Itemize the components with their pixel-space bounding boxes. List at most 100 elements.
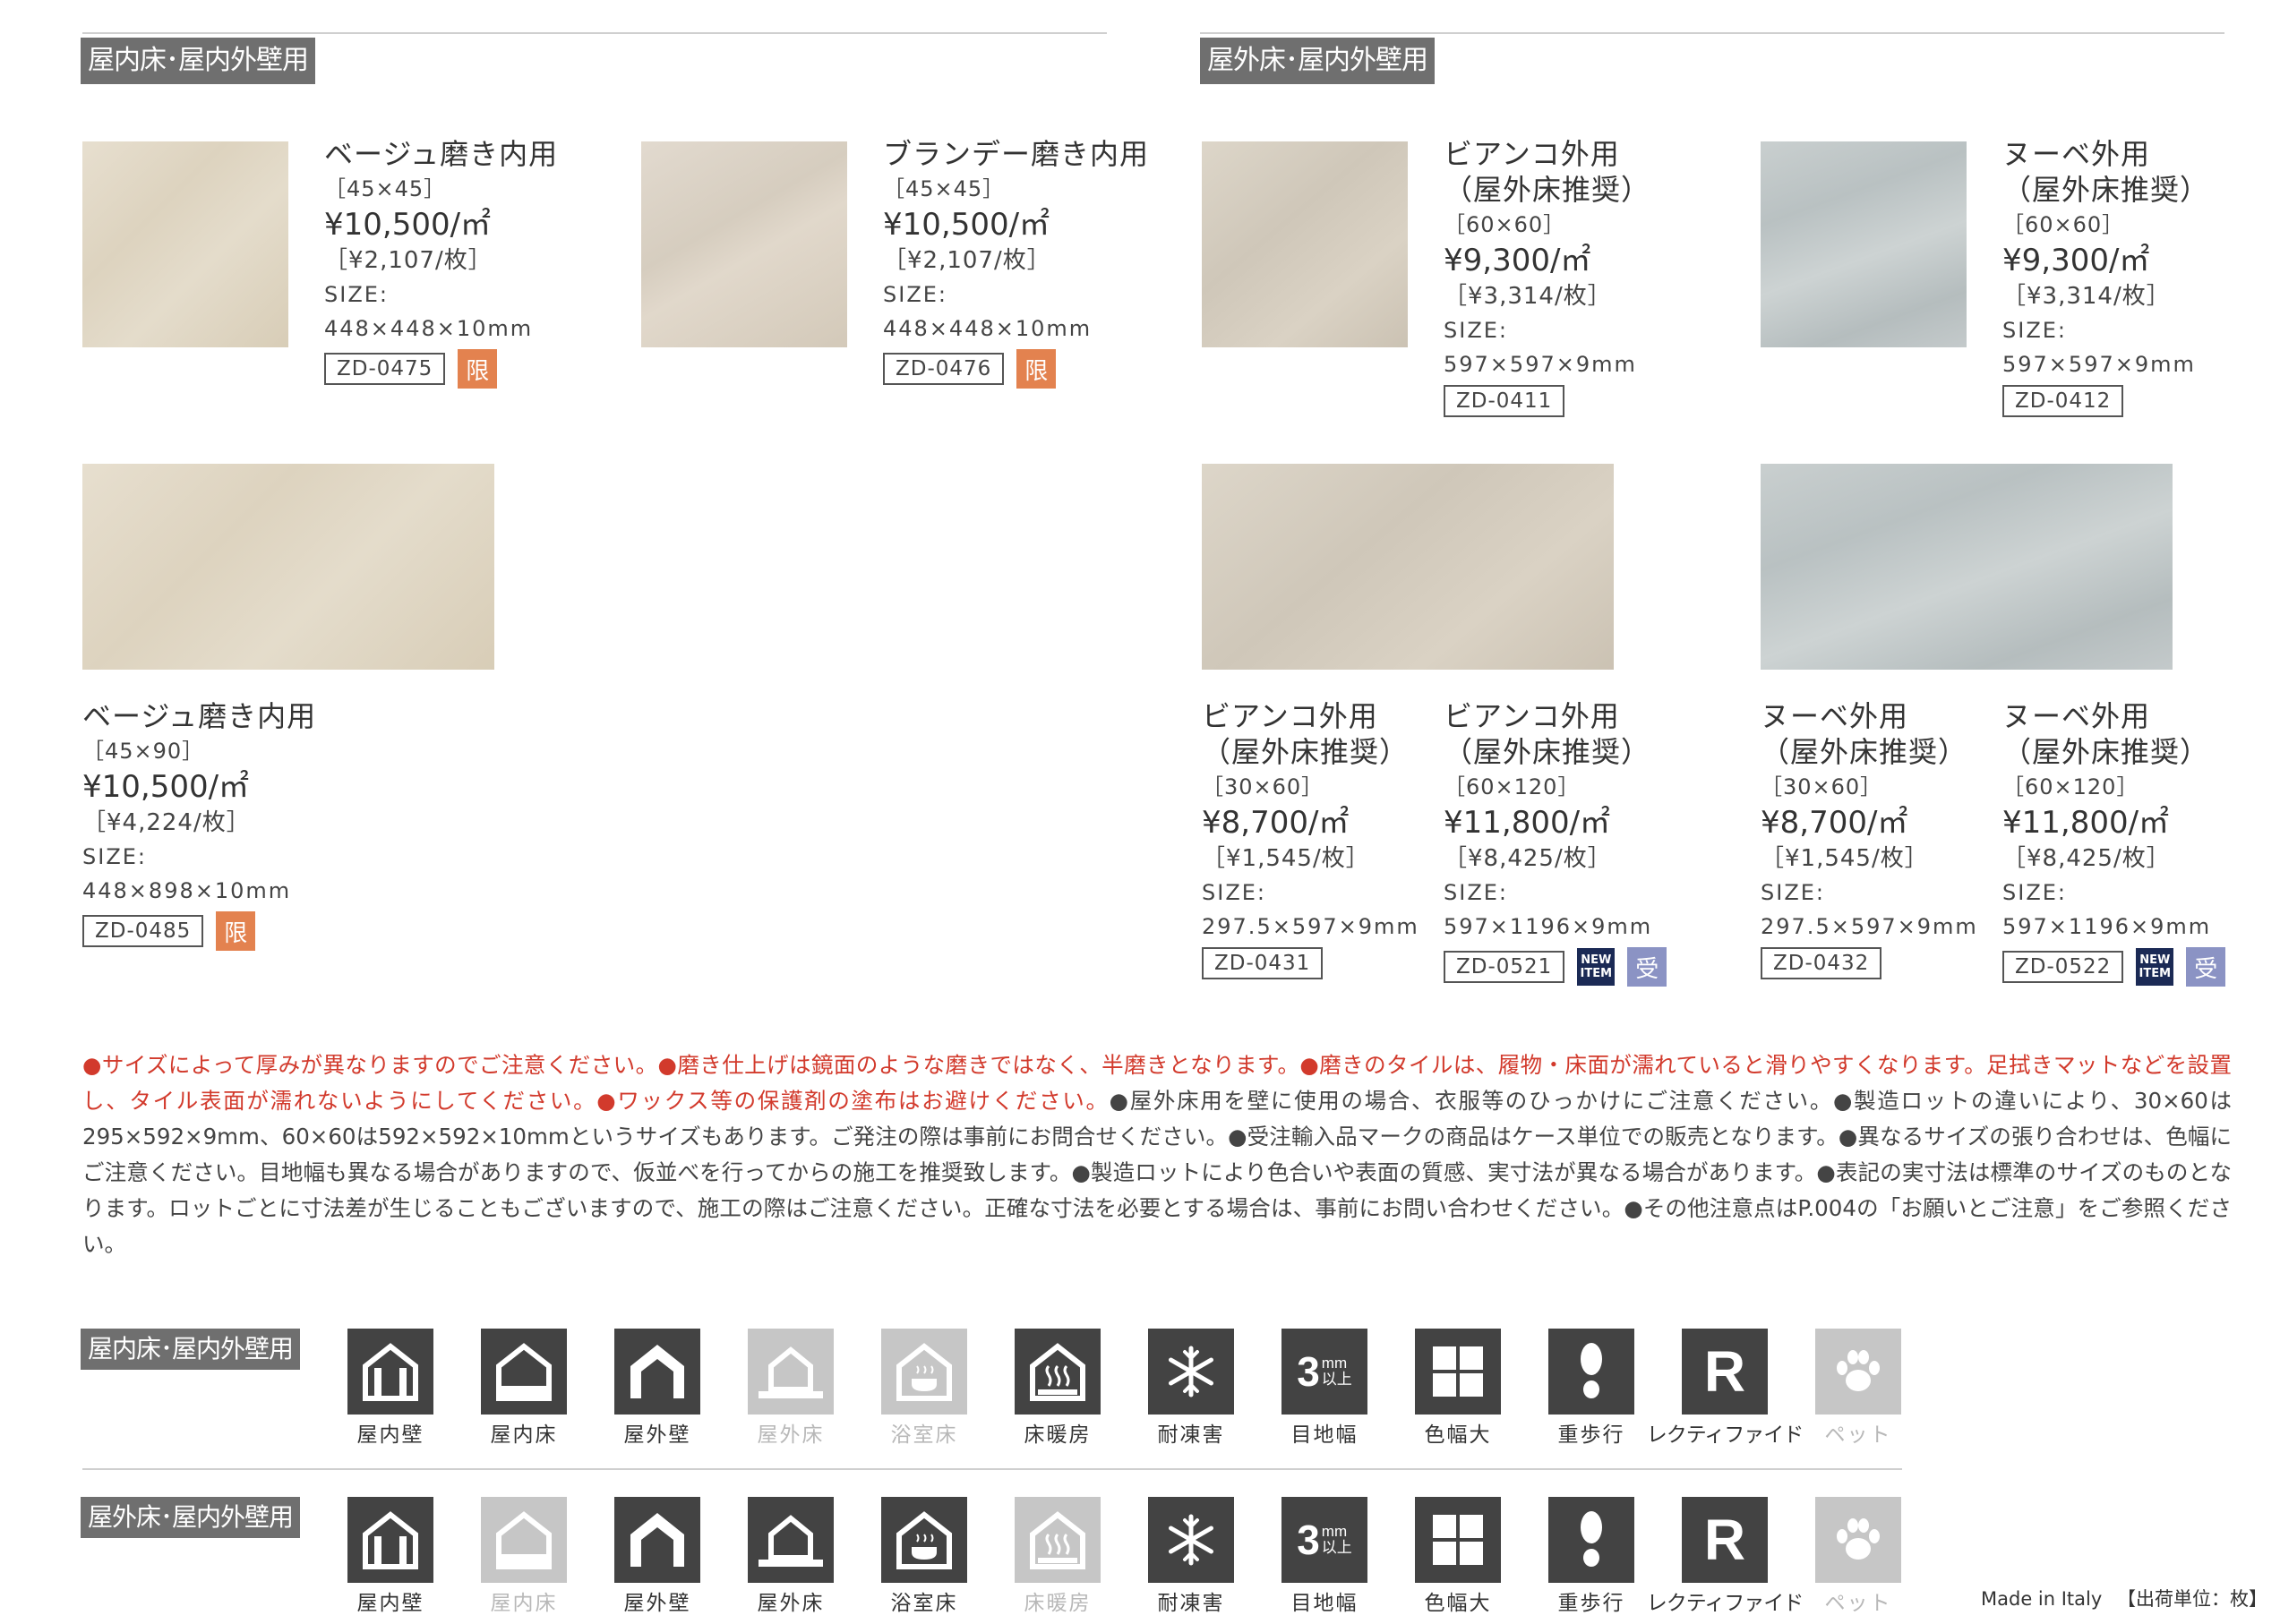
product-dim: ［30×60］ <box>1202 774 1324 799</box>
icon-row-tag-indoor: 屋内床･屋内外壁用 <box>81 1329 301 1370</box>
legend-item-floor-heating: 床暖房 <box>1015 1497 1101 1619</box>
legend-label: 重歩行 <box>1557 1592 1625 1615</box>
size-label: SIZE: <box>82 844 148 869</box>
icon-row-tag-outdoor: 屋外床･屋内外壁用 <box>81 1497 301 1538</box>
legend-label: 色幅大 <box>1424 1592 1492 1615</box>
product-name: ヌーベ外用 <box>2002 137 2151 171</box>
pet-icon <box>1815 1497 1901 1583</box>
legend-item-rectified: R レクティファイド <box>1647 1329 1804 1450</box>
legend-item-heavy-walking: 重歩行 <box>1548 1329 1634 1450</box>
product-price: ¥11,800/㎡ <box>1444 805 1611 841</box>
floor-heating-icon <box>1015 1497 1101 1583</box>
legend-item-bath-floor: 浴室床 <box>881 1497 967 1619</box>
product-price: ¥9,300/㎡ <box>2002 243 2150 278</box>
legend-item-indoor-wall: 屋内壁 <box>347 1497 433 1619</box>
product-per-piece: ［¥2,107/枚］ <box>883 247 1051 274</box>
product-name-note: （屋外床推奨） <box>1444 735 1651 769</box>
size-label: SIZE: <box>1761 880 1826 905</box>
legend-item-indoor-wall: 屋内壁 <box>347 1329 433 1450</box>
product-price: ¥10,500/㎡ <box>82 769 250 805</box>
order-import-badge: 受 <box>1627 947 1667 987</box>
tile-image-zd0412 <box>1761 141 1967 347</box>
section-tag-indoor: 屋内床･屋内外壁用 <box>81 38 315 84</box>
product-dim: ［60×60］ <box>1444 212 1566 237</box>
product-name-note: （屋外床推奨） <box>1202 735 1410 769</box>
notes-paragraph: ●サイズによって厚みが異なりますのでご注意ください。●磨き仕上げは鏡面のような磨… <box>82 1047 2232 1262</box>
outdoor-wall-icon <box>614 1497 700 1583</box>
legend-label: 屋外床 <box>757 1592 825 1615</box>
product-dim: ［45×45］ <box>883 176 1006 201</box>
product-per-piece: ［¥1,545/枚］ <box>1202 845 1370 872</box>
product-size: 297.5×597×9mm <box>1761 914 1978 939</box>
indoor-floor-icon <box>481 1329 567 1415</box>
frost-resistant-icon <box>1148 1329 1234 1415</box>
icon-row-indoor: 屋内壁 屋内床 屋外壁 屋外床 浴室床 床暖房 耐凍害 3 mm 以上 目地幅 色幅大 重歩行 R レクティ… <box>347 1329 1901 1450</box>
legend-item-outdoor-wall: 屋外壁 <box>614 1497 700 1619</box>
product-name-note: （屋外床推奨） <box>1444 173 1651 207</box>
legend-label: 屋内壁 <box>356 1592 424 1615</box>
tile-image-bianco-large <box>1202 464 1614 670</box>
product-size: 597×597×9mm <box>2002 352 2196 377</box>
product-per-piece: ［¥3,314/枚］ <box>2002 283 2171 310</box>
product-size: 597×1196×9mm <box>2002 914 2212 939</box>
legend-label: 耐凍害 <box>1157 1423 1225 1447</box>
product-zd0432: ヌーベ外用 （屋外床推奨） ［30×60］ ¥8,700/㎡ ［¥1,545/枚… <box>1761 698 1978 979</box>
product-price: ¥9,300/㎡ <box>1444 243 1591 278</box>
product-name: ヌーベ外用 <box>2002 699 2151 733</box>
product-size: 597×597×9mm <box>1444 352 1637 377</box>
product-size: 448×898×10mm <box>82 878 292 903</box>
product-zd0412: ヌーベ外用 （屋外床推奨） ［60×60］ ¥9,300/㎡ ［¥3,314/枚… <box>2002 136 2209 417</box>
product-name: ベージュ磨き内用 <box>82 699 317 733</box>
legend-label: 耐凍害 <box>1157 1592 1225 1615</box>
product-dim: ［45×90］ <box>82 739 205 764</box>
legend-label: 屋内壁 <box>356 1423 424 1447</box>
legend-item-pet: ペット <box>1815 1329 1901 1450</box>
size-label: SIZE: <box>1202 880 1267 905</box>
legend-item-joint-width: 3 mm 以上 目地幅 <box>1281 1497 1367 1619</box>
legend-item-joint-width: 3 mm 以上 目地幅 <box>1281 1329 1367 1450</box>
legend-label: 床暖房 <box>1024 1423 1092 1447</box>
product-price: ¥10,500/㎡ <box>324 207 492 243</box>
legend-item-frost-resistant: 耐凍害 <box>1148 1329 1234 1450</box>
floor-heating-icon <box>1015 1329 1101 1415</box>
legend-item-outdoor-floor: 屋外床 <box>748 1497 834 1619</box>
limited-badge: 限 <box>1016 349 1057 389</box>
product-price: ¥8,700/㎡ <box>1202 805 1350 841</box>
legend-label: レクティファイド <box>1646 1423 1804 1447</box>
new-item-badge: NEW ITEM <box>1577 948 1616 986</box>
legend-item-bath-floor: 浴室床 <box>881 1329 967 1450</box>
section-tag-outdoor: 屋外床･屋内外壁用 <box>1200 38 1435 84</box>
product-code: ZD-0476 <box>883 353 1005 385</box>
legend-item-indoor-floor: 屋内床 <box>481 1329 567 1450</box>
outdoor-floor-icon <box>748 1329 834 1415</box>
legend-label: レクティファイド <box>1646 1592 1804 1615</box>
legend-label: 屋外壁 <box>623 1592 691 1615</box>
product-name: ブランデー磨き内用 <box>883 137 1150 171</box>
product-code: ZD-0412 <box>2002 385 2124 417</box>
product-dim: ［60×120］ <box>1444 774 1581 799</box>
legend-label: ペット <box>1824 1592 1892 1615</box>
product-size: 597×1196×9mm <box>1444 914 1653 939</box>
product-per-piece: ［¥2,107/枚］ <box>324 247 493 274</box>
product-price: ¥8,700/㎡ <box>1761 805 1908 841</box>
product-name: ヌーベ外用 <box>1761 699 1909 733</box>
legend-label: 色幅大 <box>1424 1423 1492 1447</box>
rectified-icon: R <box>1682 1329 1768 1415</box>
product-size: 448×448×10mm <box>324 316 534 341</box>
size-label: SIZE: <box>1444 318 1509 343</box>
legend-item-rectified: R レクティファイド <box>1647 1497 1804 1619</box>
tile-image-zd0485 <box>82 464 494 670</box>
size-label: SIZE: <box>1444 880 1509 905</box>
indoor-wall-icon <box>347 1329 433 1415</box>
product-name: ビアンコ外用 <box>1202 699 1378 733</box>
tile-image-neve-large <box>1761 464 2173 670</box>
product-zd0411: ビアンコ外用 （屋外床推奨） ［60×60］ ¥9,300/㎡ ［¥3,314/… <box>1444 136 1650 417</box>
product-code: ZD-0432 <box>1761 947 1882 979</box>
legend-label: ペット <box>1824 1423 1892 1447</box>
size-label: SIZE: <box>324 282 390 307</box>
made-in-label: Made in Italy <box>1981 1588 2103 1610</box>
size-label: SIZE: <box>2002 318 2068 343</box>
legend-label: 床暖房 <box>1024 1592 1092 1615</box>
product-zd0475: ベージュ磨き内用 ［45×45］ ¥10,500/㎡ ［¥2,107/枚］ SI… <box>324 136 558 389</box>
product-price: ¥10,500/㎡ <box>883 207 1050 243</box>
